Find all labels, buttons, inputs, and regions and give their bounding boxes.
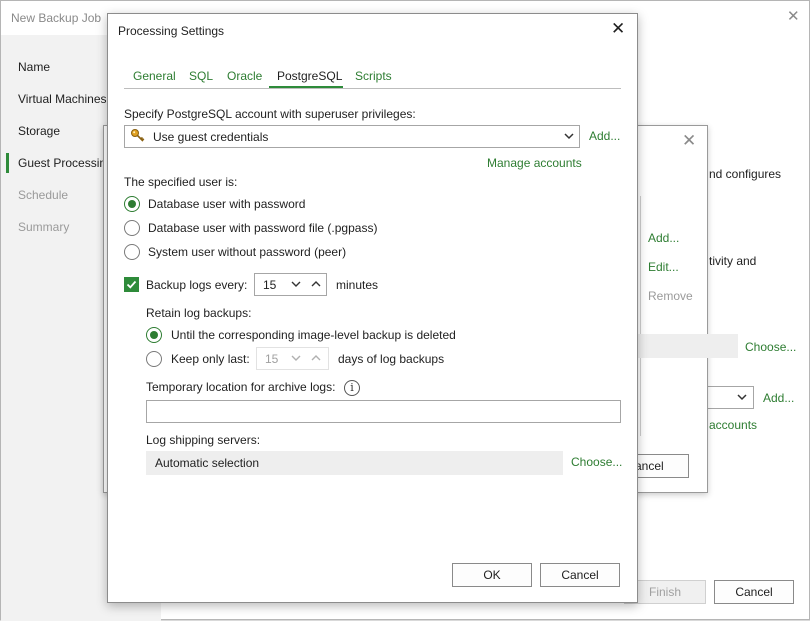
key-icon <box>131 129 145 142</box>
description-fragment: nd configures <box>709 167 782 181</box>
radio-system-user-peer[interactable] <box>124 244 140 260</box>
tab-oracle[interactable]: Oracle <box>227 69 262 83</box>
radio-system-user-peer-label: System user without password (peer) <box>148 245 347 259</box>
decrement-icon <box>291 355 301 361</box>
account-label: Specify PostgreSQL account with superuse… <box>124 107 416 121</box>
radio-keep-only-last-label: Keep only last: <box>171 352 250 366</box>
add-account-link[interactable]: Add... <box>589 129 620 143</box>
nav-item-summary: Summary <box>18 220 70 234</box>
keep-last-value: 15 <box>265 352 279 366</box>
account-value: Use guest credentials <box>153 130 269 144</box>
chevron-down-icon <box>737 394 747 401</box>
description-fragment-2: tivity and <box>709 254 757 268</box>
ok-button[interactable]: OK <box>452 563 532 587</box>
mid-dialog-close-icon[interactable]: ✕ <box>682 131 696 151</box>
radio-db-user-pgpass[interactable] <box>124 220 140 236</box>
backup-logs-checkbox[interactable] <box>124 277 139 292</box>
retain-label: Retain log backups: <box>146 306 252 320</box>
log-shipping-label: Log shipping servers: <box>146 433 261 447</box>
account-dropdown-bg[interactable] <box>706 386 754 409</box>
radio-retain-until-deleted-label: Until the corresponding image-level back… <box>171 328 456 342</box>
nav-item-guest-processing[interactable]: Guest Processing <box>18 156 113 170</box>
temp-location-label: Temporary location for archive logs: <box>146 380 336 394</box>
cancel-button[interactable]: Cancel <box>540 563 620 587</box>
minutes-label: minutes <box>336 278 379 292</box>
close-icon[interactable]: ✕ <box>611 19 625 39</box>
choose-servers-link[interactable]: Choose... <box>571 455 622 469</box>
tab-general[interactable]: General <box>133 69 176 83</box>
tab-divider <box>124 88 621 89</box>
log-shipping-servers-value: Automatic selection <box>155 456 260 470</box>
account-select[interactable]: Use guest credentials <box>124 125 580 148</box>
nav-item-schedule: Schedule <box>18 188 69 202</box>
remove-link-mid: Remove <box>648 289 693 303</box>
nav-active-indicator <box>6 153 9 173</box>
field-bg <box>634 334 738 358</box>
manage-accounts-link-bg[interactable]: accounts <box>709 418 757 432</box>
chevron-down-icon <box>564 133 574 140</box>
processing-settings-dialog: Processing Settings ✕ General SQL Oracle… <box>107 13 638 603</box>
nav-item-name[interactable]: Name <box>18 60 50 74</box>
tab-postgresql[interactable]: PostgreSQL <box>277 69 342 83</box>
checkmark-icon <box>126 280 137 289</box>
radio-keep-only-last[interactable] <box>146 351 162 367</box>
manage-accounts-link[interactable]: Manage accounts <box>487 156 582 170</box>
backup-logs-interval-value: 15 <box>263 278 277 292</box>
radio-db-user-password[interactable] <box>124 196 140 212</box>
user-type-label: The specified user is: <box>124 175 238 189</box>
cancel-button[interactable]: Cancel <box>714 580 794 604</box>
increment-icon[interactable] <box>311 279 321 289</box>
nav-item-storage[interactable]: Storage <box>18 124 60 138</box>
edit-link-mid[interactable]: Edit... <box>648 260 679 274</box>
days-label: days of log backups <box>338 352 445 366</box>
keep-last-spinner: 15 <box>256 347 329 370</box>
tab-scripts[interactable]: Scripts <box>355 69 392 83</box>
add-link-bg[interactable]: Add... <box>763 391 794 405</box>
temp-location-input[interactable] <box>146 400 621 423</box>
decrement-icon[interactable] <box>291 279 301 289</box>
backup-logs-label: Backup logs every: <box>146 278 248 292</box>
radio-retain-until-deleted[interactable] <box>146 327 162 343</box>
choose-link-bg[interactable]: Choose... <box>745 340 796 354</box>
increment-icon <box>311 355 321 361</box>
backup-logs-interval-spinner[interactable]: 15 <box>254 273 327 296</box>
radio-db-user-pgpass-label: Database user with password file (.pgpas… <box>148 221 378 235</box>
radio-db-user-password-label: Database user with password <box>148 197 306 211</box>
active-tab-indicator <box>269 86 343 88</box>
log-shipping-servers-field: Automatic selection <box>146 451 563 475</box>
window-close-icon[interactable]: ✕ <box>787 7 800 25</box>
info-icon[interactable]: i <box>344 380 360 396</box>
tab-sql[interactable]: SQL <box>189 69 213 83</box>
nav-item-virtual-machines[interactable]: Virtual Machines <box>18 92 107 106</box>
dialog-title: Processing Settings <box>118 24 225 38</box>
add-link-mid[interactable]: Add... <box>648 231 679 245</box>
window-title: New Backup Job <box>11 11 102 25</box>
